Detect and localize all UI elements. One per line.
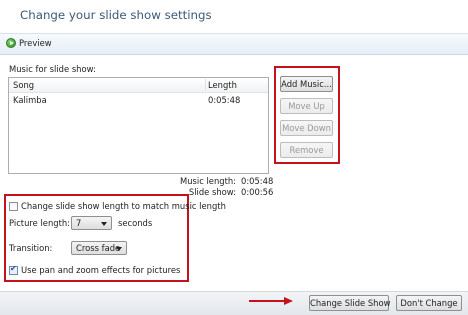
preview-button[interactable]: Preview	[19, 38, 52, 48]
picture-length-label: Picture length:	[9, 218, 70, 228]
match-music-checkbox[interactable]	[9, 202, 18, 211]
column-header-song[interactable]: Song	[13, 80, 34, 90]
column-separator[interactable]	[205, 79, 206, 91]
arrow-annotation-line	[249, 300, 285, 302]
move-down-button[interactable]: Move Down	[280, 120, 333, 136]
chevron-down-icon	[101, 222, 107, 226]
transition-select[interactable]: Cross fade	[71, 241, 127, 255]
transition-label: Transition:	[9, 243, 53, 253]
picture-length-unit: seconds	[118, 218, 153, 228]
match-music-label[interactable]: Change slide show length to match music …	[21, 201, 226, 211]
toolbar	[0, 33, 468, 55]
chevron-down-icon	[116, 247, 122, 251]
pan-zoom-label[interactable]: Use pan and zoom effects for pictures	[21, 265, 180, 275]
length-cell[interactable]: 0:05:48	[208, 95, 240, 105]
slide-show-length-value: 0:00:56	[241, 187, 274, 197]
song-cell[interactable]: Kalimba	[13, 95, 47, 105]
picture-length-select[interactable]: 7	[71, 216, 112, 230]
music-length-value: 0:05:48	[241, 176, 274, 186]
music-length-label: Music length:	[179, 176, 236, 186]
dont-change-button[interactable]: Don't Change	[396, 295, 462, 311]
picture-length-value: 7	[76, 218, 82, 228]
remove-button[interactable]: Remove	[280, 142, 333, 158]
transition-value: Cross fade	[76, 243, 121, 253]
column-header-length[interactable]: Length	[208, 80, 237, 90]
play-icon[interactable]	[6, 38, 16, 48]
pan-zoom-checkbox[interactable]	[9, 264, 18, 275]
change-slide-show-button[interactable]: Change Slide Show	[309, 295, 390, 311]
add-music-button[interactable]: Add Music...	[280, 76, 333, 92]
music-section-label: Music for slide show:	[9, 64, 96, 74]
arrow-annotation-icon	[284, 297, 293, 305]
move-up-button[interactable]: Move Up	[280, 98, 333, 114]
page-title: Change your slide show settings	[20, 8, 212, 22]
